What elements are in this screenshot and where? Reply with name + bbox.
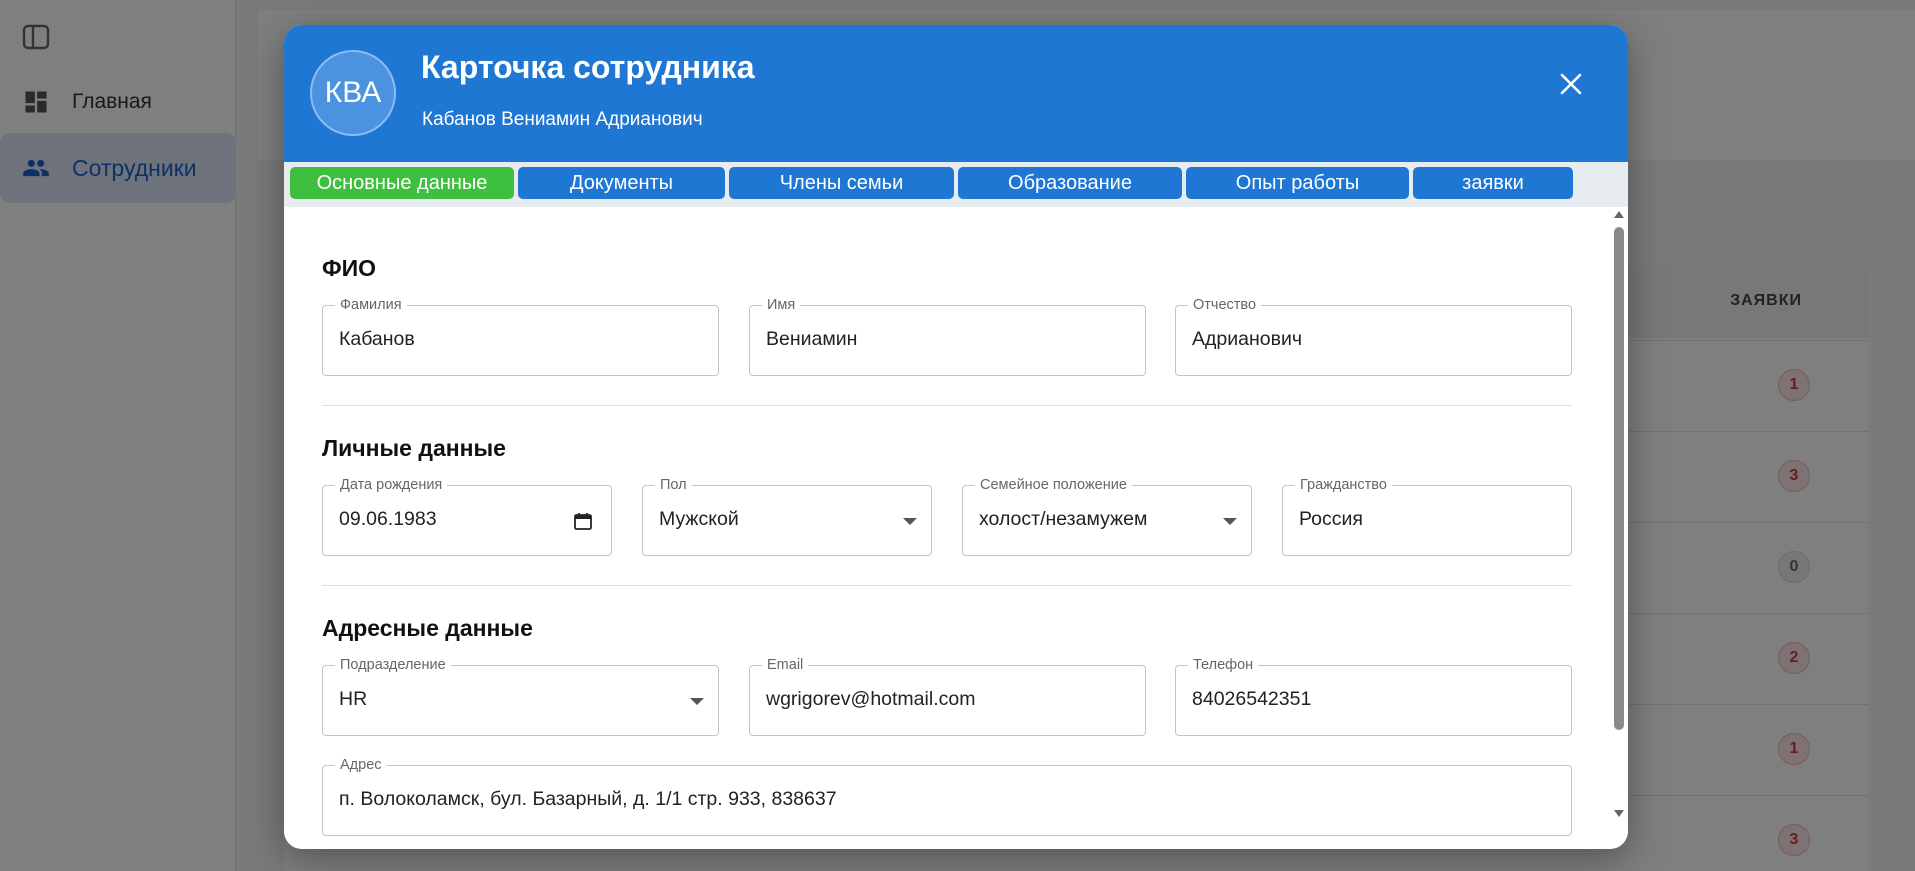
email-field[interactable]: Email wgrigorev@hotmail.com <box>749 657 1146 736</box>
birth-date-field[interactable]: Дата рождения 09.06.1983 <box>322 477 612 556</box>
address-field[interactable]: Адрес п. Волоколамск, бул. Базарный, д. … <box>322 757 1572 836</box>
modal-header: КВА Карточка сотрудника Кабанов Вениамин… <box>284 25 1628 162</box>
field-label: Имя <box>762 297 801 313</box>
section-divider <box>322 405 1572 406</box>
tab-family-members[interactable]: Члены семьи <box>729 167 954 199</box>
marital-status-select[interactable]: Семейное положение холост/незамужем <box>962 477 1252 556</box>
employee-card-modal: КВА Карточка сотрудника Кабанов Вениамин… <box>284 25 1628 849</box>
field-value: wgrigorev@hotmail.com <box>766 688 976 710</box>
field-value: 84026542351 <box>1192 688 1312 710</box>
dropdown-arrow-icon <box>903 518 917 525</box>
field-label: Адрес <box>335 757 387 773</box>
field-value: Адрианович <box>1192 328 1302 350</box>
field-value: Вениамин <box>766 328 858 350</box>
modal-content: ФИО Фамилия Кабанов Имя Вениамин Отчеств… <box>284 207 1628 849</box>
section-title-personal: Личные данные <box>322 435 506 461</box>
close-icon <box>1560 73 1582 95</box>
field-label: Телефон <box>1188 657 1259 673</box>
section-title-address: Адресные данные <box>322 615 533 641</box>
field-label: Email <box>762 657 809 673</box>
field-label: Отчество <box>1188 297 1262 313</box>
field-label: Фамилия <box>335 297 407 313</box>
field-value: п. Волоколамск, бул. Базарный, д. 1/1 ст… <box>339 788 837 810</box>
close-button[interactable] <box>1554 67 1588 101</box>
avatar: КВА <box>310 50 396 136</box>
field-label: Пол <box>655 477 692 493</box>
section-title-fio: ФИО <box>322 255 377 281</box>
last-name-field[interactable]: Фамилия Кабанов <box>322 297 719 376</box>
scroll-up-arrow-icon[interactable] <box>1614 211 1624 218</box>
field-label: Семейное положение <box>975 477 1132 493</box>
field-value: холост/незамужем <box>979 508 1148 530</box>
field-label: Дата рождения <box>335 477 448 493</box>
patronymic-field[interactable]: Отчество Адрианович <box>1175 297 1572 376</box>
calendar-icon[interactable] <box>573 511 593 531</box>
dropdown-arrow-icon <box>1223 518 1237 525</box>
tab-bar: Основные данные Документы Члены семьи Об… <box>284 162 1628 207</box>
field-label: Гражданство <box>1295 477 1392 493</box>
department-select[interactable]: Подразделение HR <box>322 657 719 736</box>
field-value: Кабанов <box>339 328 415 350</box>
scroll-down-arrow-icon[interactable] <box>1614 810 1624 817</box>
section-divider <box>322 585 1572 586</box>
citizenship-field[interactable]: Гражданство Россия <box>1282 477 1572 556</box>
tab-documents[interactable]: Документы <box>518 167 725 199</box>
modal-subtitle: Кабанов Вениамин Адрианович <box>422 109 703 130</box>
field-label: Подразделение <box>335 657 451 673</box>
tab-main-data[interactable]: Основные данные <box>290 167 514 199</box>
tab-work-experience[interactable]: Опыт работы <box>1186 167 1409 199</box>
scrollbar-thumb[interactable] <box>1614 227 1624 730</box>
first-name-field[interactable]: Имя Вениамин <box>749 297 1146 376</box>
gender-select[interactable]: Пол Мужской <box>642 477 932 556</box>
field-value: HR <box>339 688 368 710</box>
tab-requests[interactable]: заявки <box>1413 167 1573 199</box>
field-value: Россия <box>1299 508 1363 530</box>
tab-education[interactable]: Образование <box>958 167 1182 199</box>
modal-title: Карточка сотрудника <box>421 49 755 85</box>
field-value: Мужской <box>659 508 739 530</box>
phone-field[interactable]: Телефон 84026542351 <box>1175 657 1572 736</box>
field-value: 09.06.1983 <box>339 508 437 530</box>
dropdown-arrow-icon <box>690 698 704 705</box>
